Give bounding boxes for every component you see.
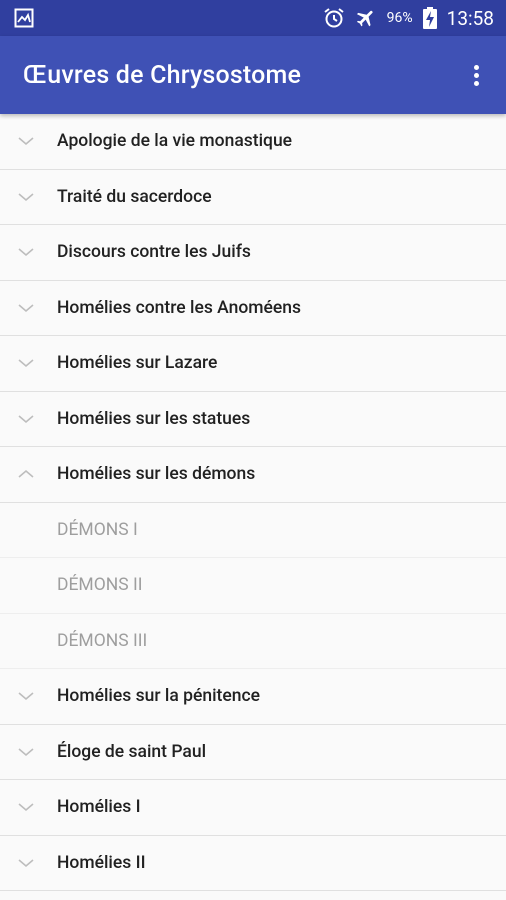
list-group-label: Homélies sur les statues <box>57 408 251 429</box>
list-group-row[interactable]: Homélies sur Lazare <box>0 336 506 392</box>
list-group-row[interactable]: Homélies I <box>0 780 506 836</box>
list-group-label: Homélies sur les démons <box>57 464 256 485</box>
chevron-down-icon <box>0 858 57 868</box>
list-group-row[interactable]: Homélies sur la pénitence <box>0 669 506 725</box>
chevron-down-icon <box>0 303 57 313</box>
status-bar: 96% 13:58 <box>0 0 506 36</box>
list-child-label: DÉMONS I <box>57 519 138 540</box>
chevron-down-icon <box>0 802 57 812</box>
chevron-down-icon <box>0 414 57 424</box>
list-group-row[interactable]: Homélies sur les statues <box>0 391 506 447</box>
chevron-down-icon <box>0 747 57 757</box>
status-left <box>14 8 34 28</box>
list-group-label: Traité du sacerdoce <box>57 186 212 207</box>
chevron-down-icon <box>0 691 57 701</box>
overflow-menu-icon[interactable] <box>456 55 496 95</box>
battery-percent: 96% <box>386 10 413 26</box>
chevron-down-icon <box>0 192 57 202</box>
list-group-label: Apologie de la vie monastique <box>57 131 293 152</box>
airplane-mode-icon <box>355 7 377 29</box>
list-group-row[interactable]: Discours contre les Juifs <box>0 225 506 281</box>
gallery-notification-icon <box>14 8 34 28</box>
status-right: 96% 13:58 <box>323 7 494 30</box>
list-child-item[interactable]: DÉMONS I <box>0 502 506 558</box>
list-group-row[interactable]: Éloge de saint Paul <box>0 724 506 780</box>
list-group-row[interactable]: Apologie de la vie monastique <box>0 114 506 170</box>
list-child-label: DÉMONS III <box>57 630 148 651</box>
chevron-down-icon <box>0 247 57 257</box>
expandable-list: Apologie de la vie monastique Traité du s… <box>0 114 506 891</box>
list-group-row[interactable]: Homélies II <box>0 835 506 891</box>
list-group-label: Homélies contre les Anoméens <box>57 297 302 318</box>
chevron-up-icon <box>0 469 57 479</box>
list-group-label: Homélies II <box>57 852 146 873</box>
list-group-label: Homélies sur Lazare <box>57 353 218 374</box>
list-group-label: Homélies I <box>57 797 141 818</box>
clock: 13:58 <box>446 6 494 30</box>
list-group-label: Homélies sur la pénitence <box>57 686 260 707</box>
list-group-label: Éloge de saint Paul <box>57 741 207 762</box>
list-child-item[interactable]: DÉMONS III <box>0 613 506 669</box>
app-title: Œuvres de Chrysostome <box>23 60 302 90</box>
chevron-down-icon <box>0 358 57 368</box>
list-child-item[interactable]: DÉMONS II <box>0 558 506 614</box>
list-group-row[interactable]: Homélies contre les Anoméens <box>0 280 506 336</box>
battery-charging-icon <box>422 7 437 29</box>
list-child-label: DÉMONS II <box>57 575 143 596</box>
list-group-row[interactable]: Homélies sur les démons <box>0 447 506 503</box>
chevron-down-icon <box>0 136 57 146</box>
list-group-label: Discours contre les Juifs <box>57 242 251 263</box>
list-group-row[interactable]: Traité du sacerdoce <box>0 169 506 225</box>
app-bar: Œuvres de Chrysostome <box>0 36 506 114</box>
alarm-icon <box>323 7 345 29</box>
